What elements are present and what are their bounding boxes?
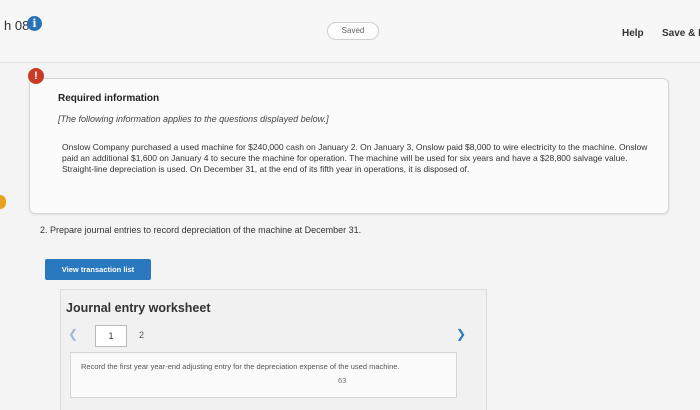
side-tab-handle[interactable] — [0, 195, 6, 209]
help-button[interactable]: Help — [622, 28, 644, 39]
page-2-tab[interactable]: 2 — [139, 330, 144, 340]
required-information-title: Required information — [58, 93, 160, 104]
page-1-tab[interactable]: 1 — [95, 325, 127, 347]
chevron-left-icon[interactable]: ❮ — [68, 327, 78, 341]
question-text: 2. Prepare journal entries to record dep… — [40, 225, 362, 235]
view-transaction-list-button[interactable]: View transaction list — [45, 259, 151, 280]
required-information-body: Onslow Company purchased a used machine … — [62, 142, 648, 174]
saved-status-badge: Saved — [327, 22, 379, 40]
journal-entry-worksheet-title: Journal entry worksheet — [66, 301, 211, 315]
save-exit-button[interactable]: Save & E — [662, 28, 700, 39]
info-icon[interactable]: i — [27, 16, 42, 31]
instruction-box — [70, 352, 457, 398]
alert-icon: ! — [28, 68, 44, 84]
instruction-text: Record the first year year-end adjusting… — [81, 362, 400, 371]
instruction-number: 63 — [338, 376, 347, 385]
chevron-right-icon[interactable]: ❯ — [456, 327, 466, 341]
required-information-note: [The following information applies to th… — [58, 114, 329, 124]
question-number: h 08 — [4, 18, 30, 33]
